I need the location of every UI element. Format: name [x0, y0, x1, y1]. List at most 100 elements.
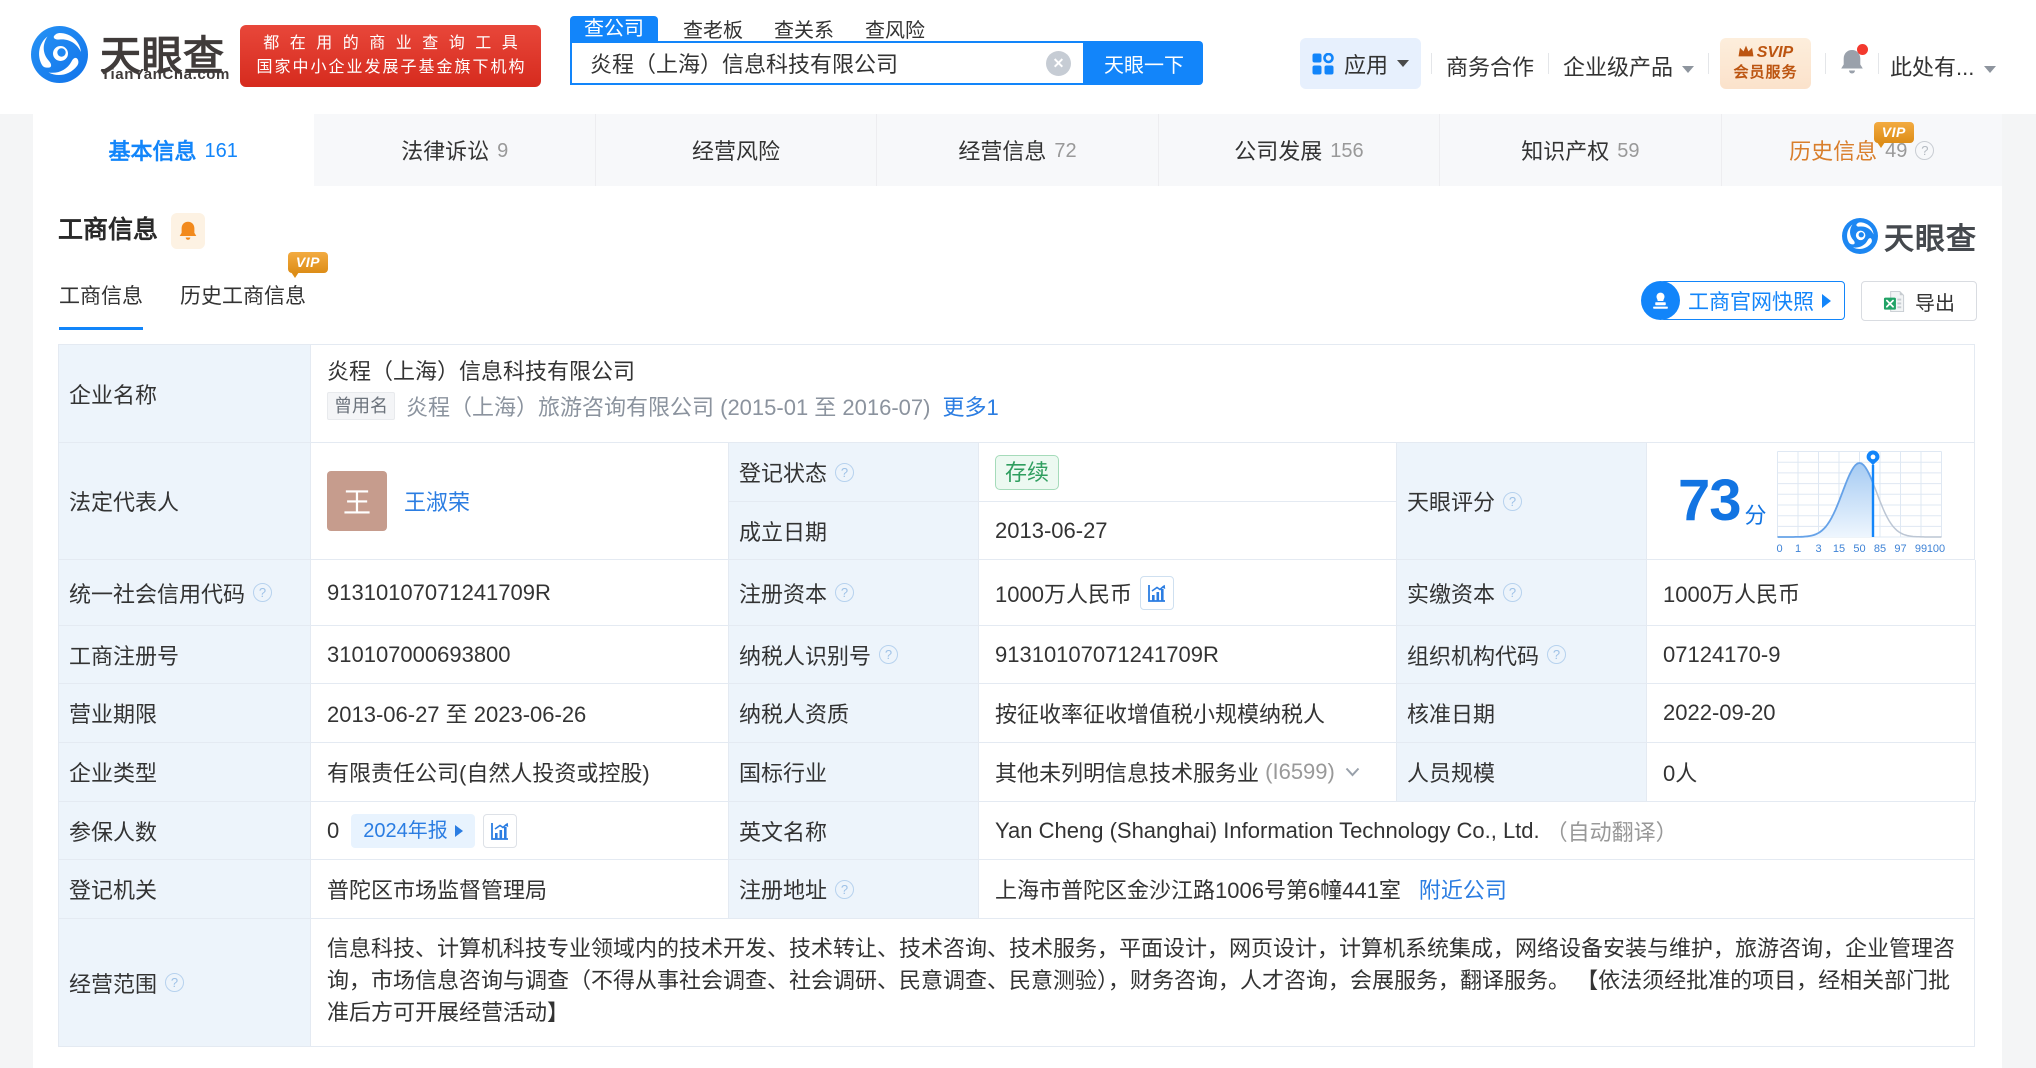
- brand-domain: TianYanCha.com: [101, 66, 230, 83]
- export-button[interactable]: 导出: [1861, 281, 1977, 321]
- tab-company-development[interactable]: 公司发展 156: [1159, 114, 1441, 186]
- score-value: 73: [1678, 468, 1742, 533]
- search-tab-relation[interactable]: 查关系: [774, 14, 834, 43]
- reg-address-cell: 上海市普陀区金沙江路1006号第6幢441室 附近公司: [979, 860, 1975, 919]
- chart-tick: 0: [1776, 543, 1782, 555]
- score-distribution-chart[interactable]: 0 1 3 15 50 85 97 99 100: [1776, 449, 1946, 555]
- monitor-bell-button[interactable]: [171, 213, 205, 249]
- page-tabbar: 基本信息 161 法律诉讼 9 经营风险 经营信息 72 公司发展 156 知识…: [33, 114, 2002, 186]
- more-former-names-link[interactable]: 更多1: [942, 390, 998, 422]
- nav-divider: [1548, 53, 1549, 74]
- apps-grid-icon: [1312, 52, 1334, 74]
- watermark-logo: 天眼查: [1842, 214, 1977, 258]
- search-clear-icon[interactable]: ✕: [1046, 50, 1071, 76]
- nav-enterprise-link[interactable]: 企业级产品: [1563, 50, 1695, 82]
- help-icon[interactable]: ?: [165, 973, 185, 992]
- help-icon[interactable]: ?: [835, 879, 855, 899]
- insured-count-cell: 0 2024年报: [311, 802, 729, 860]
- tianyancha-logo-icon[interactable]: [31, 26, 88, 83]
- insured-count-value: 0: [327, 817, 340, 843]
- tab-history-info[interactable]: 历史信息 49 ? VIP: [1722, 114, 2002, 186]
- field-label: 纳税人资质: [729, 684, 979, 743]
- taxpayer-quality-cell: 按征收率征收增值税小规模纳税人: [979, 684, 1397, 743]
- annual-report-badge[interactable]: 2024年报: [351, 813, 475, 848]
- field-label: 国标行业: [729, 743, 979, 802]
- subtab-label: 历史工商信息: [180, 285, 306, 308]
- est-date-cell: 2013-06-27: [979, 502, 1397, 560]
- reg-address-value: 上海市普陀区金沙江路1006号第6幢441室: [995, 878, 1401, 903]
- help-icon[interactable]: ?: [1503, 491, 1523, 511]
- nav-divider: [1878, 53, 1879, 74]
- subtab-business-info[interactable]: 工商信息: [59, 280, 143, 330]
- table-row-legal-rep: 法定代表人 王 王淑荣 登记状态? 存续 成立日期 2013-06-27 天眼评…: [59, 443, 1975, 560]
- chevron-down-icon: [1984, 66, 1997, 73]
- search-input[interactable]: [572, 50, 1046, 76]
- approval-date-cell: 2022-09-20: [1647, 684, 1976, 743]
- field-label: 经营范围?: [59, 919, 311, 1047]
- tab-count: 161: [204, 140, 238, 162]
- field-label: 注册资本?: [729, 560, 979, 626]
- former-name-line: 曾用名 炎程（上海）旅游咨询有限公司 (2015-01 至 2016-07) 更…: [327, 392, 999, 420]
- nav-user-menu[interactable]: 此处有...: [1890, 50, 1997, 82]
- search-tab-risk[interactable]: 查风险: [865, 14, 925, 43]
- business-scope-cell: 信息科技、计算机科技专业领域内的技术开发、技术转让、技术咨询、技术服务，平面设计…: [311, 919, 1975, 1047]
- staff-size-cell: 0人: [1647, 743, 1976, 802]
- arrow-right-icon: [454, 824, 463, 837]
- subtab-history-business-info[interactable]: 历史工商信息 VIP: [180, 252, 328, 330]
- company-name-value: 炎程（上海）信息科技有限公司: [327, 359, 636, 384]
- english-name-value: Yan Cheng (Shanghai) Information Technol…: [995, 817, 1540, 843]
- help-icon[interactable]: ?: [1547, 645, 1567, 664]
- tab-basic-info[interactable]: 基本信息 161: [33, 114, 315, 186]
- nav-divider: [1708, 53, 1709, 74]
- nearby-companies-link[interactable]: 附近公司: [1419, 873, 1507, 905]
- field-label-text: 纳税人识别号: [739, 643, 872, 669]
- tab-legal-proceedings[interactable]: 法律诉讼 9: [314, 114, 596, 186]
- help-icon[interactable]: ?: [1915, 140, 1935, 160]
- tab-count: 156: [1330, 140, 1364, 162]
- search-tabs: 查公司 查老板 查关系 查风险: [570, 14, 956, 43]
- tab-label: 知识产权: [1521, 139, 1610, 164]
- tab-operating-risk[interactable]: 经营风险: [596, 114, 878, 186]
- score-cell: 73 分 0 1 3 15 50 85 97 99 100: [1647, 443, 1975, 560]
- company-name-cell: 炎程（上海）信息科技有限公司 曾用名 炎程（上海）旅游咨询有限公司 (2015-…: [311, 345, 1975, 443]
- legal-rep-avatar[interactable]: 王: [327, 471, 387, 531]
- legal-rep-link[interactable]: 王淑荣: [404, 485, 470, 517]
- search-tab-company[interactable]: 查公司: [570, 16, 658, 41]
- table-row-company-type: 企业类型 有限责任公司(自然人投资或控股) 国标行业 其他未列明信息技术服务业 …: [59, 743, 1976, 802]
- industry-cell: 其他未列明信息技术服务业 (I6599): [979, 743, 1397, 802]
- search-tab-boss[interactable]: 查老板: [683, 14, 743, 43]
- field-label: 营业期限: [59, 684, 311, 743]
- field-label: 企业名称: [59, 345, 311, 443]
- help-icon[interactable]: ?: [1503, 583, 1523, 602]
- capital-trend-button[interactable]: [1139, 575, 1174, 610]
- table-row-company-name: 企业名称 炎程（上海）信息科技有限公司 曾用名 炎程（上海）旅游咨询有限公司 (…: [59, 345, 1975, 443]
- table-row-credit-code: 统一社会信用代码? 91310107071241709R 注册资本? 1000万…: [59, 560, 1976, 626]
- help-icon[interactable]: ?: [835, 462, 855, 482]
- export-label: 导出: [1915, 292, 1955, 315]
- nav-divider: [1825, 53, 1826, 74]
- nav-cooperation-link[interactable]: 商务合作: [1446, 50, 1534, 82]
- field-label: 法定代表人: [59, 443, 311, 560]
- svip-service-label: 会员服务: [1733, 64, 1798, 81]
- help-icon[interactable]: ?: [253, 583, 273, 602]
- reg-authority-cell: 普陀区市场监督管理局: [311, 860, 729, 919]
- tab-operating-info[interactable]: 经营信息 72: [877, 114, 1159, 186]
- nav-apps-button[interactable]: 应用: [1300, 38, 1421, 89]
- chevron-down-icon[interactable]: [1345, 767, 1360, 777]
- official-snapshot-button[interactable]: 工商官网快照: [1641, 281, 1845, 320]
- tab-intellectual-property[interactable]: 知识产权 59: [1440, 114, 1722, 186]
- tab-label: 公司发展: [1234, 139, 1323, 164]
- field-label: 成立日期: [729, 502, 979, 560]
- help-icon[interactable]: ?: [835, 583, 855, 602]
- auto-translate-note: （自动翻译）: [1545, 819, 1678, 845]
- search-button[interactable]: 天眼一下: [1085, 41, 1203, 85]
- nav-user-label: 此处有...: [1890, 55, 1975, 80]
- field-label-text: 注册资本: [739, 581, 828, 607]
- notification-bell-button[interactable]: [1839, 44, 1868, 78]
- svip-member-button[interactable]: SVIP 会员服务: [1720, 38, 1811, 89]
- nav-enterprise-label: 企业级产品: [1563, 55, 1674, 80]
- help-icon[interactable]: ?: [879, 645, 899, 664]
- chart-tick: 100: [1926, 543, 1944, 555]
- insured-trend-button[interactable]: [482, 813, 517, 848]
- watermark-text: 天眼查: [1884, 223, 1977, 256]
